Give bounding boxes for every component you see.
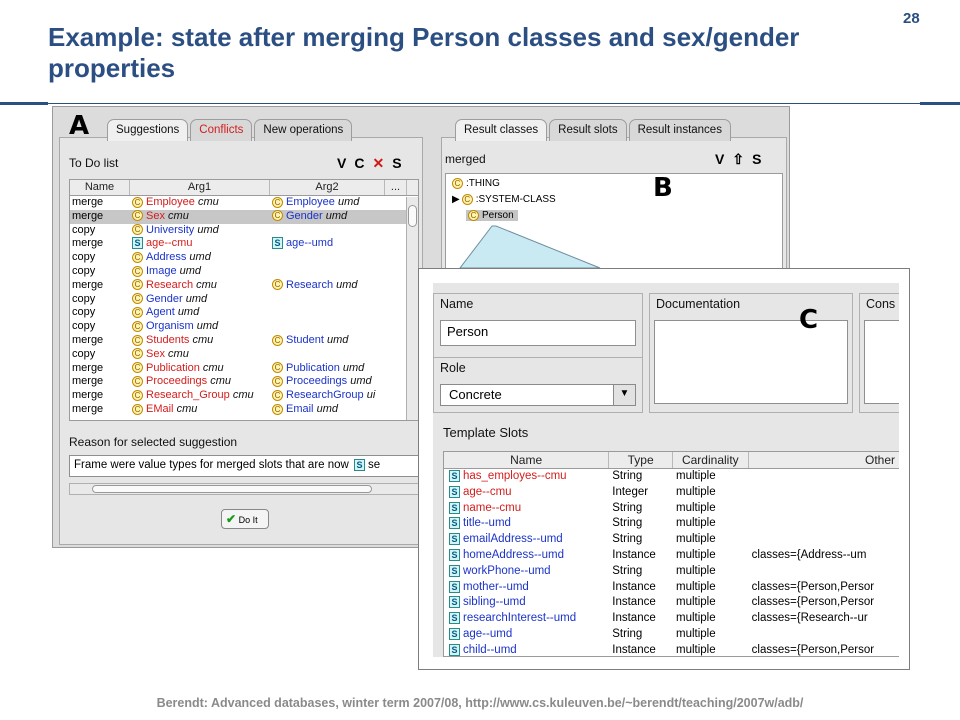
slot-icon: S [449,485,460,498]
slot-row[interactable]: SresearchInterest--umd Instance multiple cl… [444,611,899,627]
slot-row[interactable]: Smother--umd Instance multiple classes={Per… [444,580,899,596]
slot-icon: S [449,627,460,640]
slot-cardinality: multiple [676,533,716,546]
template-slots-table: Name Type Cardinality Other Shas_employe… [443,451,899,657]
slot-cardinality: multiple [676,580,716,593]
slot-icon: S [449,533,460,546]
slot-type: String [612,470,643,482]
slot-type: String [612,564,643,577]
slot-name: child--umd [463,643,517,656]
slot-other [749,564,899,580]
constraints-group: Cons [859,293,899,413]
slot-cardinality: multiple [676,596,716,609]
footer: Berendt: Advanced databases, winter term… [156,696,804,710]
slot-name: age--cmu [463,485,512,498]
slot-type: Instance [612,596,656,609]
documentation-group: Documentation [649,293,853,413]
slot-row[interactable]: Sname--cmu String multiple [444,501,899,517]
slot-row[interactable]: Shas_employes--cmu String multiple [444,469,899,485]
slot-other [749,532,899,548]
slot-icon: S [449,501,460,514]
role-select[interactable]: Concrete ▼ [440,384,636,406]
col-slot-cardinality[interactable]: Cardinality [673,452,749,468]
slot-other [749,501,899,517]
slot-icon: S [449,517,460,530]
slot-name: workPhone--umd [463,564,551,577]
panel-c-marker: C [799,305,819,335]
name-field[interactable]: Person [440,320,636,346]
slot-cardinality: multiple [676,643,716,656]
slot-row[interactable]: Stitle--umd String multiple [444,516,899,532]
slot-type: Integer [612,485,649,498]
slot-other: classes={Person,Persor [751,643,875,656]
slot-type: Instance [612,580,656,593]
slot-icon: S [449,564,460,577]
slot-other: classes={Person,Persor [751,580,875,593]
role-group: Role Concrete ▼ [433,357,643,413]
slot-icon: S [449,612,460,625]
slot-rows: Shas_employes--cmu String multiple Sage--cm… [444,469,899,656]
slot-name: sibling--umd [463,596,526,609]
col-slot-other[interactable]: Other [749,452,899,468]
col-slot-name[interactable]: Name [444,452,610,468]
slot-name: researchInterest--umd [463,612,577,625]
role-label: Role [440,361,466,375]
slot-icon: S [449,643,460,656]
slot-cardinality: multiple [676,485,716,498]
name-label: Name [440,297,474,311]
template-slots-label: Template Slots [443,425,529,440]
slot-row[interactable]: SemailAddress--umd String multiple [444,532,899,548]
class-editor: Name Person Documentation Cons C Role Co… [433,283,899,657]
slot-name: emailAddress--umd [463,533,563,546]
slot-name: name--cmu [463,501,522,514]
slot-icon: S [449,596,460,609]
slot-name: mother--umd [463,580,529,593]
slot-other [749,485,899,501]
slot-type: Instance [612,612,656,625]
dropdown-arrow-icon[interactable]: ▼ [613,385,635,405]
role-value: Concrete [449,387,502,402]
slot-icon: S [449,580,460,593]
slot-name: title--umd [463,517,511,530]
slot-cardinality: multiple [676,612,716,625]
slot-other [749,627,899,643]
slot-type: String [612,501,643,514]
documentation-field[interactable] [654,320,848,404]
documentation-label: Documentation [656,297,741,311]
slot-cardinality: multiple [676,470,716,482]
slot-type: String [612,627,643,640]
slot-cardinality: multiple [676,548,716,561]
slots-table-header: Name Type Cardinality Other [444,452,899,469]
col-slot-type[interactable]: Type [609,452,673,468]
slot-icon: S [449,469,460,482]
slot-cardinality: multiple [676,564,716,577]
class-editor-zoom: Name Person Documentation Cons C Role Co… [418,268,910,670]
slot-other: classes={Person,Persor [751,596,875,609]
slot-row[interactable]: Sage--umd String multiple [444,627,899,643]
slot-row[interactable]: Schild--umd Instance multiple classes={Pers… [444,643,899,656]
slot-cardinality: multiple [676,627,716,640]
constraints-field[interactable] [864,320,899,404]
slot-other [749,516,899,532]
slot-name: has_employes--cmu [463,470,567,482]
slot-type: String [612,533,643,546]
slot-cardinality: multiple [676,517,716,530]
slot-row[interactable]: Ssibling--umd Instance multiple classes={Pe… [444,595,899,611]
constraints-label: Cons [866,297,896,311]
slot-name: age--umd [463,627,513,640]
slot-type: String [612,517,643,530]
slot-other: classes={Research--ur [751,612,868,625]
slot-type: Instance [612,643,656,656]
name-group: Name Person [433,293,643,363]
slot-type: Instance [612,548,656,561]
slot-other [749,469,899,485]
slot-icon: S [449,548,460,561]
slot-cardinality: multiple [676,501,716,514]
slot-row[interactable]: Sage--cmu Integer multiple [444,485,899,501]
slot-name: homeAddress--umd [463,548,564,561]
slot-row[interactable]: ShomeAddress--umd Instance multiple classes… [444,548,899,564]
slot-other: classes={Address--um [751,548,867,561]
slot-row[interactable]: SworkPhone--umd String multiple [444,564,899,580]
